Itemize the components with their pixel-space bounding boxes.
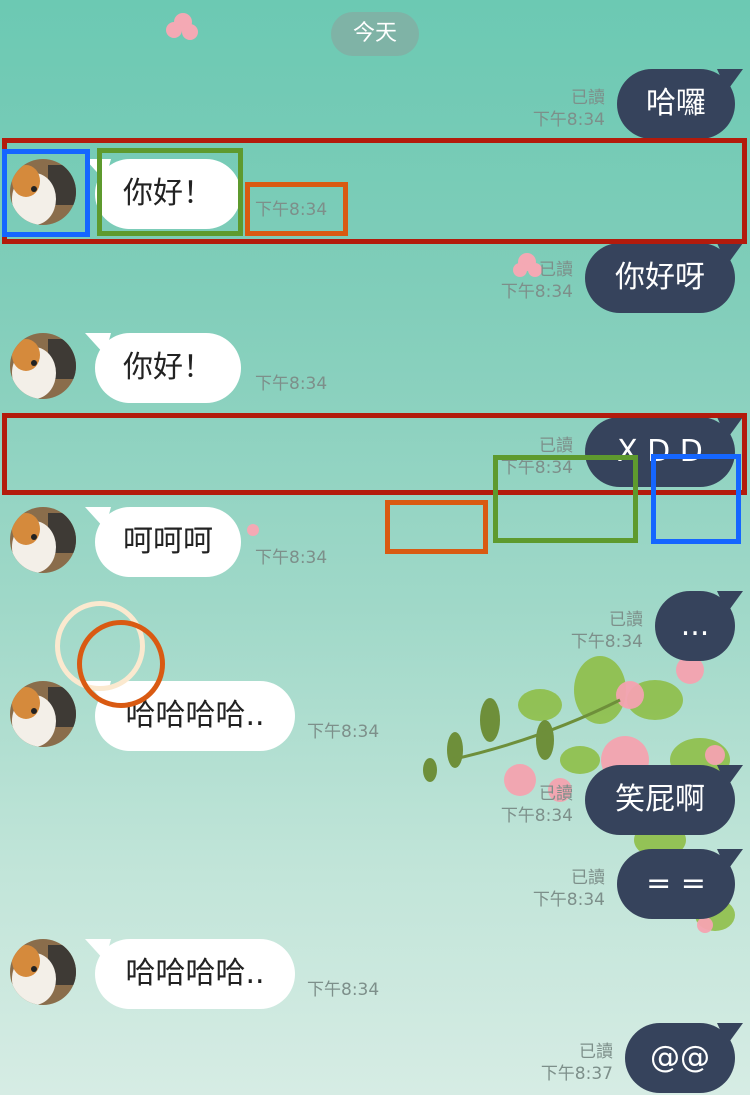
message-time: 下午8:34 [307, 722, 380, 742]
message-bubble-outgoing[interactable]: = = [617, 849, 743, 919]
shiba-dog-avatar-icon [10, 333, 76, 399]
avatar[interactable] [10, 507, 76, 573]
bubble-tail-icon [717, 849, 743, 871]
bubble-tail-icon [717, 1023, 743, 1045]
annotation-ring-orange [77, 620, 165, 708]
message-meta: 已讀 下午8:34 [501, 259, 573, 303]
read-receipt: 已讀 [539, 260, 573, 280]
message-text: 呵呵呵 [123, 524, 213, 559]
read-receipt: 已讀 [539, 784, 573, 804]
message-bubble-incoming[interactable]: 哈哈哈哈.. [85, 939, 295, 1009]
read-receipt: 已讀 [571, 88, 605, 108]
message-bubble-outgoing[interactable]: 你好呀 [585, 243, 743, 313]
message-time: 下午8:34 [532, 110, 605, 130]
avatar[interactable] [10, 681, 76, 747]
message-time: 下午8:34 [500, 282, 573, 302]
annotation-bubble-box [493, 455, 638, 543]
annotation-avatar-box [2, 149, 90, 237]
message-text: 你好！ [123, 350, 213, 385]
bubble-tail-icon [717, 69, 743, 91]
message-text: = = [646, 866, 706, 901]
annotation-avatar-box [651, 454, 741, 544]
message-time: 下午8:34 [532, 890, 605, 910]
message-text: 你好呀 [615, 260, 705, 295]
message-bubble-outgoing[interactable]: 笑屁啊 [585, 765, 743, 835]
read-receipt: 已讀 [579, 1042, 613, 1062]
message-time: 下午8:37 [540, 1064, 613, 1084]
avatar[interactable] [10, 333, 76, 399]
message-meta: 已讀 下午8:34 [571, 609, 643, 653]
message-bubble-outgoing[interactable]: @@ [625, 1023, 743, 1093]
annotation-bubble-box [97, 148, 243, 236]
read-receipt: 已讀 [571, 868, 605, 888]
message-time: 下午8:34 [255, 374, 328, 394]
bubble-tail-icon [85, 939, 111, 961]
message-text: 哈囉 [646, 86, 706, 121]
avatar[interactable] [10, 939, 76, 1005]
bubble-tail-icon [717, 765, 743, 787]
message-time: 下午8:34 [307, 980, 380, 1000]
message-text: 哈哈哈哈.. [125, 698, 265, 733]
message-time: 下午8:34 [255, 548, 328, 568]
message-text: @@ [650, 1040, 710, 1075]
message-bubble-outgoing[interactable]: 哈囉 [617, 69, 743, 139]
message-text: 笑屁啊 [615, 782, 705, 817]
shiba-dog-avatar-icon [10, 507, 76, 573]
read-receipt: 已讀 [609, 610, 643, 630]
bubble-tail-icon [85, 507, 111, 529]
message-bubble-incoming[interactable]: 你好！ [85, 333, 241, 403]
bubble-tail-icon [717, 243, 743, 265]
message-bubble-outgoing[interactable]: ... [655, 591, 743, 661]
date-separator: 今天 [331, 12, 419, 56]
message-meta: 已讀 下午8:37 [541, 1041, 613, 1085]
message-meta: 已讀 下午8:34 [533, 867, 605, 911]
message-time: 下午8:34 [570, 632, 643, 652]
message-text: 哈哈哈哈.. [125, 956, 265, 991]
message-meta: 已讀 下午8:34 [533, 87, 605, 131]
shiba-dog-avatar-icon [10, 939, 76, 1005]
annotation-time-box [245, 182, 348, 236]
shiba-dog-avatar-icon [10, 681, 76, 747]
bubble-tail-icon [717, 591, 743, 613]
bubble-tail-icon [85, 333, 111, 355]
annotation-time-box [385, 500, 488, 554]
message-meta: 已讀 下午8:34 [501, 783, 573, 827]
message-time: 下午8:34 [500, 806, 573, 826]
message-bubble-incoming[interactable]: 呵呵呵 [85, 507, 241, 577]
message-text: ... [680, 608, 710, 643]
